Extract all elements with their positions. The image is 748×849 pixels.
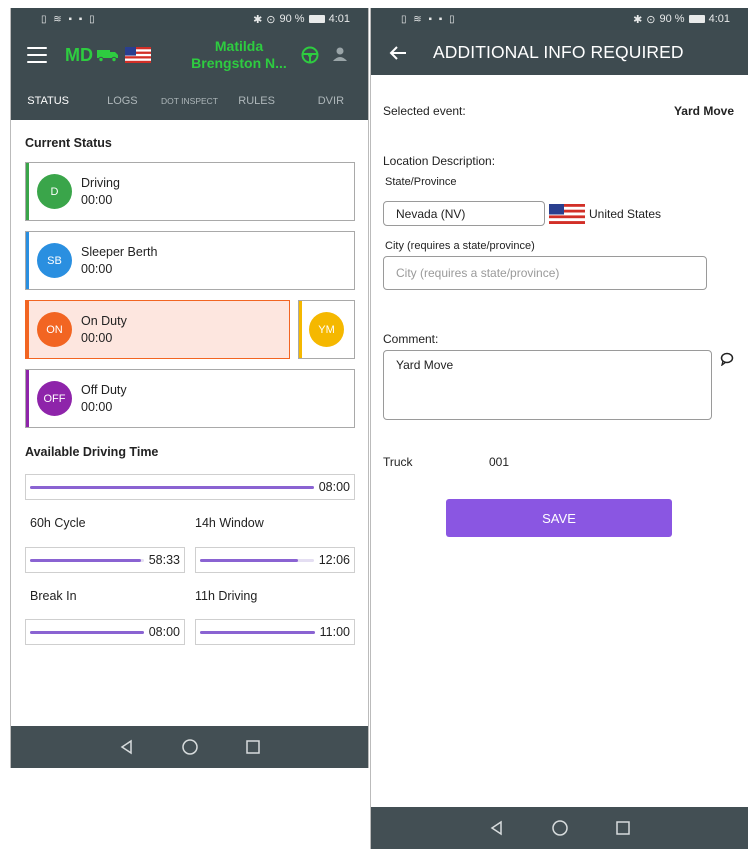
notification-icons: ▯ ≋ ▪ ▪ ▯ — [401, 13, 457, 25]
battery-icon — [688, 15, 705, 23]
status-code-badge: SB — [37, 243, 72, 278]
tab-bar: STATUS LOGS DOT INSPECT RULES DVIR — [11, 80, 368, 120]
home-nav-icon[interactable] — [181, 738, 199, 756]
back-arrow-icon[interactable] — [387, 45, 409, 61]
location-icon: ⊙ — [266, 13, 276, 26]
driving11-value: 11:00 — [319, 625, 350, 639]
menu-icon[interactable] — [27, 47, 47, 63]
status-name: Driving — [81, 175, 120, 190]
steering-wheel-icon[interactable] — [301, 46, 319, 64]
battery-icon — [308, 15, 325, 23]
brand-label: MD — [65, 44, 93, 65]
tab-dot-inspect[interactable]: DOT INSPECT — [160, 80, 220, 120]
android-nav-bar — [371, 807, 748, 849]
tab-logs[interactable]: LOGS — [85, 80, 159, 120]
status-on-duty[interactable]: ON On Duty 00:00 — [25, 300, 290, 359]
back-nav-icon[interactable] — [119, 739, 135, 755]
status-time: 00:00 — [81, 399, 113, 414]
notification-icons: ▯ ≋ ▪ ▪ ▯ — [41, 13, 97, 25]
city-input[interactable]: City (requires a state/province) — [383, 256, 707, 290]
comment-label: Comment: — [383, 332, 439, 346]
bluetooth-icon: ✱ — [253, 13, 263, 26]
break-value: 08:00 — [148, 625, 180, 639]
driver-name[interactable]: Matilda Brengston N... — [189, 38, 289, 72]
recents-nav-icon[interactable] — [245, 739, 261, 755]
window-label: 14h Window — [195, 516, 264, 530]
window-value: 12:06 — [318, 553, 350, 567]
us-flag-icon — [125, 47, 151, 63]
cycle-bar: 58:33 — [25, 547, 185, 573]
battery-percent: 90 % — [279, 13, 305, 25]
selected-event-value: Yard Move — [673, 104, 734, 118]
status-time: 00:00 — [81, 261, 113, 276]
page-title: ADDITIONAL INFO REQUIRED — [433, 42, 684, 62]
yard-move-button[interactable]: YM — [298, 300, 355, 359]
available-driving-value: 08:00 — [318, 480, 350, 494]
status-screen: ▯ ≋ ▪ ▪ ▯ ✱ ⊙ 90 % 4:01 MD Matilda Breng… — [10, 8, 369, 768]
status-time: 00:00 — [81, 330, 113, 345]
location-description-label: Location Description: — [383, 154, 496, 168]
save-button[interactable]: SAVE — [446, 499, 672, 537]
home-nav-icon[interactable] — [551, 819, 569, 837]
additional-info-screen: ▯ ≋ ▪ ▪ ▯ ✱ ⊙ 90 % 4:01 ADDITIONAL INFO … — [370, 8, 748, 849]
speech-bubble-icon[interactable] — [720, 352, 734, 366]
status-bar: ▯ ≋ ▪ ▪ ▯ ✱ ⊙ 90 % 4:01 — [11, 8, 368, 30]
bluetooth-icon: ✱ — [633, 13, 643, 26]
status-sleeper-berth[interactable]: SB Sleeper Berth 00:00 — [25, 231, 355, 290]
selected-event-label: Selected event: — [383, 104, 466, 118]
person-icon[interactable] — [331, 45, 349, 63]
app-bar: MD Matilda Brengston N... — [11, 30, 368, 80]
country-label: United States — [589, 207, 662, 221]
android-nav-bar — [11, 726, 368, 768]
status-name: Sleeper Berth — [81, 244, 158, 259]
comment-input[interactable]: Yard Move — [383, 350, 712, 420]
recents-nav-icon[interactable] — [615, 820, 631, 836]
state-province-input[interactable]: Nevada (NV) — [383, 201, 545, 226]
battery-percent: 90 % — [659, 13, 685, 25]
window-bar: 12:06 — [195, 547, 355, 573]
clock: 4:01 — [328, 13, 350, 25]
clock: 4:01 — [708, 13, 730, 25]
cycle-value: 58:33 — [148, 553, 180, 567]
status-off-duty[interactable]: OFF Off Duty 00:00 — [25, 369, 355, 428]
status-name: Off Duty — [81, 382, 127, 397]
break-label: Break In — [30, 589, 77, 603]
truck-value: 001 — [489, 455, 510, 469]
current-status-heading: Current Status — [25, 136, 112, 150]
app-bar: ADDITIONAL INFO REQUIRED — [371, 30, 748, 75]
us-flag-icon — [549, 204, 585, 224]
status-bar: ▯ ≋ ▪ ▪ ▯ ✱ ⊙ 90 % 4:01 — [371, 8, 748, 30]
location-icon: ⊙ — [646, 13, 656, 26]
city-placeholder: City (requires a state/province) — [396, 266, 560, 280]
status-name: On Duty — [81, 313, 127, 328]
status-time: 00:00 — [81, 192, 113, 207]
back-nav-icon[interactable] — [489, 820, 505, 836]
tab-status[interactable]: STATUS — [11, 80, 85, 120]
cycle-label: 60h Cycle — [30, 516, 86, 530]
state-province-label: State/Province — [385, 176, 457, 188]
tab-dvir[interactable]: DVIR — [294, 80, 368, 120]
truck-label: Truck — [383, 455, 413, 469]
truck-icon — [97, 50, 118, 62]
status-code-badge: D — [37, 174, 72, 209]
status-code-badge: ON — [37, 312, 72, 347]
break-bar: 08:00 — [25, 619, 185, 645]
status-code-badge: OFF — [37, 381, 72, 416]
driving11-label: 11h Driving — [195, 589, 258, 603]
city-label: City (requires a state/province) — [385, 240, 535, 252]
status-driving[interactable]: D Driving 00:00 — [25, 162, 355, 221]
driving11-bar: 11:00 — [195, 619, 355, 645]
available-driving-bar: 08:00 — [25, 474, 355, 500]
yard-move-badge: YM — [309, 312, 344, 347]
available-driving-heading: Available Driving Time — [25, 445, 159, 459]
tab-rules[interactable]: RULES — [220, 80, 294, 120]
